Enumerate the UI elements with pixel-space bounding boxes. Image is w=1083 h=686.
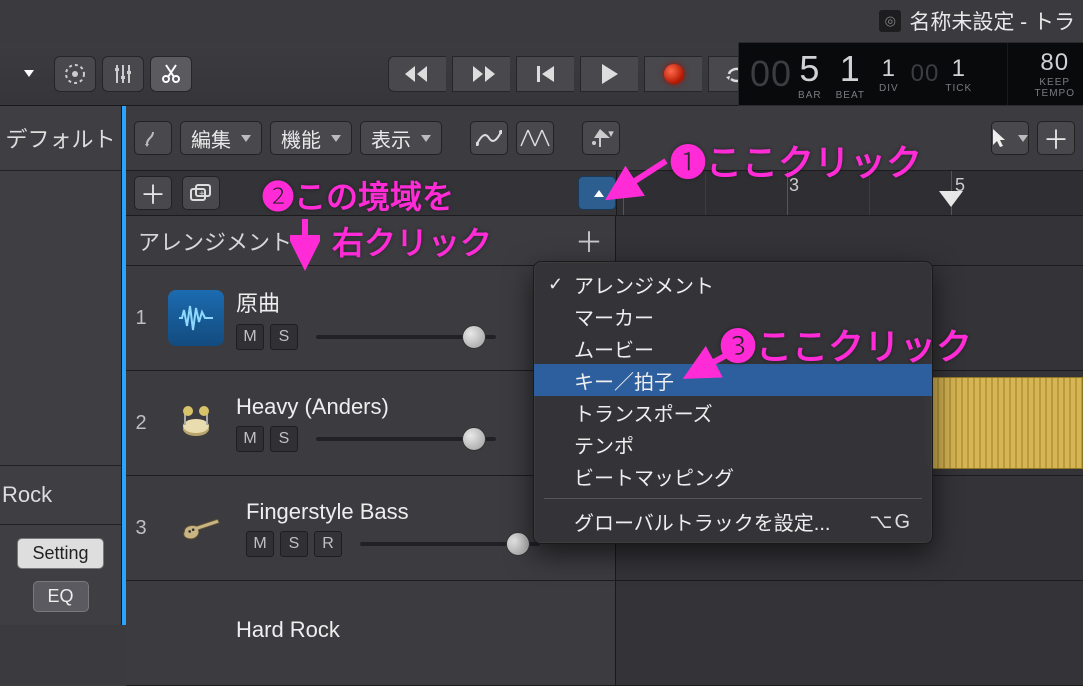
lcd-beat: 1 — [836, 48, 865, 90]
menu-item[interactable]: キー／拍子 — [534, 364, 932, 396]
inspector-panel: デフォルト Rock Setting EQ — [0, 106, 122, 625]
menu-item[interactable]: テンポ — [534, 428, 932, 460]
ruler-strip: ＋ + 1 3 5 — [126, 171, 1083, 216]
menu-item[interactable]: ムービー — [534, 332, 932, 364]
menu-item[interactable]: トランスポーズ — [534, 396, 932, 428]
transport-controls — [382, 56, 766, 92]
forward-button[interactable] — [452, 56, 510, 92]
preset-label[interactable]: デフォルト — [5, 122, 115, 154]
track-icon — [168, 290, 224, 346]
audio-region[interactable] — [926, 377, 1083, 469]
track-number: 1 — [126, 266, 156, 370]
rewind-button[interactable] — [388, 56, 446, 92]
mute-button[interactable]: M — [236, 324, 264, 350]
slider-knob[interactable] — [506, 532, 530, 556]
flex-button[interactable] — [516, 121, 554, 155]
toolbar-left-edge[interactable] — [6, 56, 48, 92]
track-icon — [168, 395, 224, 451]
add-arrangement-marker[interactable]: ＋ — [575, 221, 603, 261]
duplicate-track-button[interactable]: + — [182, 176, 220, 210]
setting-button[interactable]: Setting — [17, 538, 103, 569]
global-tracks-context-menu: アレンジメントマーカームービーキー／拍子トランスポーズテンポビートマッピンググロ… — [533, 261, 933, 544]
global-tracks-toggle[interactable] — [578, 176, 616, 210]
menu-item[interactable]: マーカー — [534, 300, 932, 332]
lcd-display[interactable]: 00 5BAR 1BEAT 1DIV 00 1TICK 80 KEEP TEMP… — [738, 42, 1083, 106]
add-track-tool[interactable]: ＋ — [1037, 121, 1075, 155]
lcd-tempo: 80 — [1034, 49, 1075, 77]
pointer-tool[interactable] — [991, 121, 1029, 155]
playhead-icon[interactable] — [939, 191, 963, 207]
volume-slider[interactable] — [360, 542, 540, 546]
lcd-bar-pad: 00 — [750, 53, 792, 94]
record-button[interactable] — [644, 56, 702, 92]
volume-slider[interactable] — [316, 335, 496, 339]
automation-curve-button[interactable] — [470, 121, 508, 155]
editor-toolbar: 編集 機能 表示 ▾ ＋ — [126, 106, 1083, 171]
menu-item-configure[interactable]: グローバルトラックを設定...⌥G — [534, 505, 932, 537]
functions-menu[interactable]: 機能 — [270, 121, 352, 155]
menu-item[interactable]: ビートマッピング — [534, 460, 932, 492]
lcd-bar: 5 — [798, 48, 822, 90]
track-number: 2 — [126, 371, 156, 475]
arrangement-lane[interactable] — [616, 216, 1083, 265]
go-to-start-button[interactable] — [516, 56, 574, 92]
solo-button[interactable]: S — [280, 531, 308, 557]
volume-slider[interactable] — [316, 437, 496, 441]
project-icon: ◎ — [879, 10, 901, 32]
slider-knob[interactable] — [462, 427, 486, 451]
edit-menu[interactable]: 編集 — [180, 121, 262, 155]
track-number — [126, 581, 156, 685]
svg-text:+: + — [199, 189, 205, 200]
record-enable-button[interactable]: R — [314, 531, 342, 557]
lcd-tick: 1 — [945, 55, 972, 83]
timeline-ruler[interactable]: 1 3 5 — [616, 171, 1083, 215]
window-title: 名称未設定 - トラ — [909, 6, 1075, 36]
channel-strip-name[interactable]: Rock — [2, 482, 52, 508]
mute-button[interactable]: M — [246, 531, 274, 557]
track-header[interactable]: Hard Rock — [156, 581, 616, 685]
eq-button[interactable]: EQ — [33, 581, 89, 612]
track-row[interactable]: Hard Rock — [126, 581, 1083, 686]
track-icon — [168, 605, 224, 661]
solo-button[interactable]: S — [270, 426, 298, 452]
play-button[interactable] — [580, 56, 638, 92]
solo-button[interactable]: S — [270, 324, 298, 350]
slider-knob[interactable] — [462, 325, 486, 349]
track-number: 3 — [126, 476, 156, 580]
record-icon — [664, 64, 684, 84]
scissors-button[interactable] — [150, 56, 192, 92]
dial-button[interactable] — [54, 56, 96, 92]
mixer-button[interactable] — [102, 56, 144, 92]
arrangement-global-track: アレンジメント ＋ — [126, 216, 1083, 266]
hierarchy-button[interactable] — [134, 121, 172, 155]
menu-item[interactable]: アレンジメント — [534, 268, 932, 300]
view-menu[interactable]: 表示 — [360, 121, 442, 155]
track-lane[interactable] — [616, 581, 1083, 685]
window-title-bar: ◎ 名称未設定 - トラ — [879, 6, 1075, 36]
track-icon — [168, 500, 234, 556]
catch-playhead-button[interactable]: ▾ — [582, 121, 620, 155]
add-track-button[interactable]: ＋ — [134, 176, 172, 210]
lcd-div: 1 — [879, 55, 899, 83]
track-name: Hard Rock — [236, 617, 603, 643]
mute-button[interactable]: M — [236, 426, 264, 452]
arrangement-label: アレンジメント — [138, 225, 292, 257]
